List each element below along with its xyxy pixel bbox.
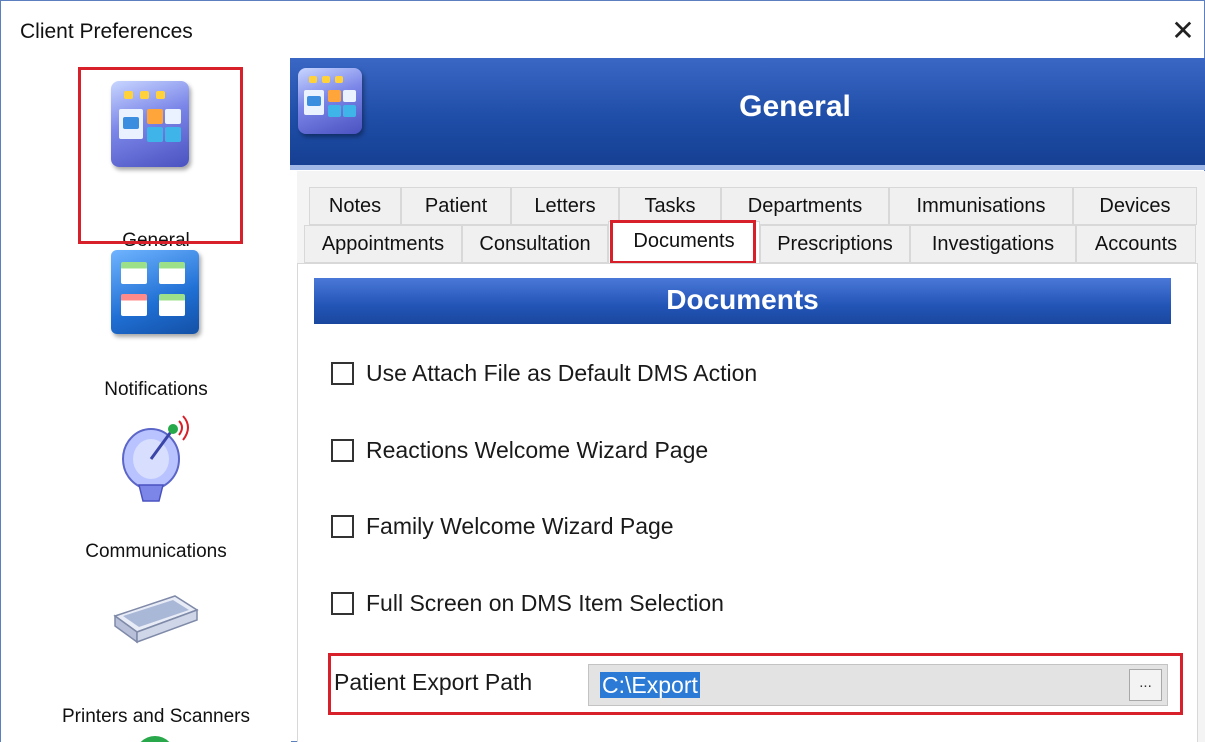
- tab-letters[interactable]: Letters: [511, 187, 619, 225]
- tab-devices[interactable]: Devices: [1073, 187, 1197, 225]
- checkbox[interactable]: [331, 439, 354, 462]
- sidebar: General Notifications Communications Pri…: [1, 51, 291, 742]
- scanner-icon: [113, 595, 199, 644]
- next-item-icon: [135, 736, 175, 742]
- checkbox[interactable]: [331, 592, 354, 615]
- sidebar-item-label: Notifications: [104, 379, 208, 400]
- client-preferences-window: Client Preferences ✕ General Notificatio…: [0, 0, 1205, 742]
- sidebar-item-label: Printers and Scanners: [62, 706, 250, 727]
- documents-header: Documents: [314, 278, 1171, 324]
- window-title: Client Preferences: [20, 20, 193, 43]
- tab-label: Tasks: [644, 195, 696, 217]
- close-icon[interactable]: ✕: [1169, 17, 1197, 47]
- sidebar-item-notifications[interactable]: Notifications: [1, 246, 291, 406]
- banner-title: General: [739, 90, 851, 123]
- tab-immunisations[interactable]: Immunisations: [889, 187, 1073, 225]
- tab-investigations[interactable]: Investigations: [910, 225, 1076, 263]
- tab-label: Devices: [1099, 195, 1171, 217]
- satellite-dish-icon: [122, 415, 189, 502]
- option-label: Full Screen on DMS Item Selection: [366, 590, 724, 616]
- tab-label: Patient: [424, 195, 488, 217]
- tab-highlight: [610, 220, 756, 264]
- checkbox[interactable]: [331, 362, 354, 385]
- option-label: Use Attach File as Default DMS Action: [366, 360, 758, 386]
- tab-accounts[interactable]: Accounts: [1076, 225, 1196, 263]
- notifications-icon: [111, 250, 199, 334]
- selection-highlight: [78, 67, 243, 244]
- tab-label: Accounts: [1094, 233, 1178, 255]
- option-label: Reactions Welcome Wizard Page: [366, 437, 709, 463]
- tab-patient[interactable]: Patient: [401, 187, 511, 225]
- tab-notes[interactable]: Notes: [309, 187, 401, 225]
- general-banner: General: [290, 58, 1205, 165]
- tab-consultation[interactable]: Consultation: [462, 225, 608, 263]
- tab-appointments[interactable]: Appointments: [304, 225, 462, 263]
- tab-prescriptions[interactable]: Prescriptions: [760, 225, 910, 263]
- tab-label: Appointments: [321, 233, 445, 255]
- title-bar: Client Preferences ✕: [1, 1, 1204, 51]
- tab-label: Investigations: [931, 233, 1055, 255]
- tab-label: Prescriptions: [777, 233, 893, 255]
- tab-label: Consultation: [479, 233, 591, 255]
- sidebar-item-printers-and-scanners[interactable]: Printers and Scanners: [1, 576, 291, 742]
- export-path-highlight: [328, 653, 1183, 715]
- sidebar-item-communications[interactable]: Communications: [1, 411, 291, 571]
- checkbox[interactable]: [331, 515, 354, 538]
- sidebar-item-label: Communications: [85, 541, 227, 562]
- general-board-icon: [298, 68, 362, 134]
- tab-label: Notes: [328, 195, 382, 217]
- tab-label: Letters: [534, 195, 596, 217]
- tab-label: Immunisations: [916, 195, 1046, 217]
- option-label: Family Welcome Wizard Page: [366, 513, 674, 539]
- banner-divider: [290, 165, 1205, 170]
- tab-label: Departments: [747, 195, 863, 217]
